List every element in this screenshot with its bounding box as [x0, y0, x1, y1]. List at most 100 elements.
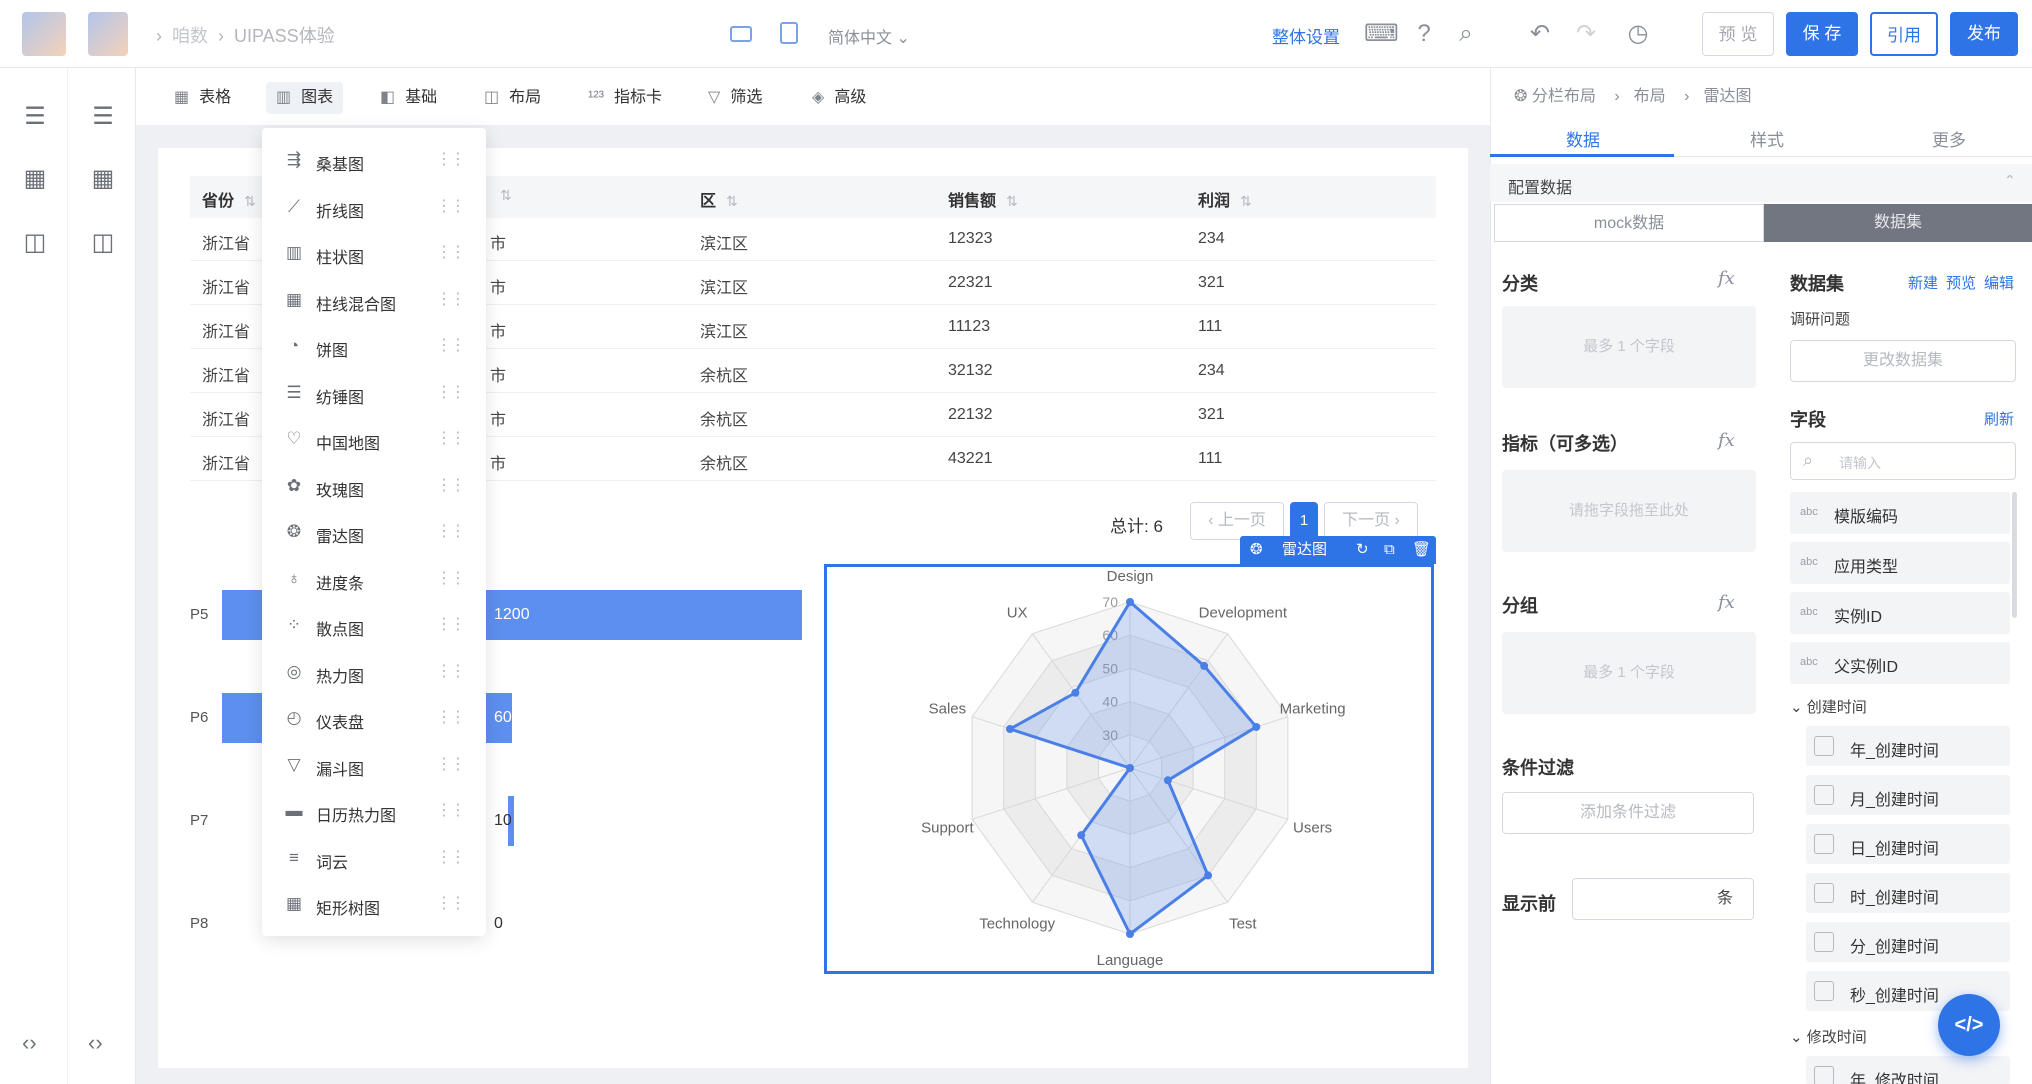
dataset-toggle[interactable]: 数据集 [1764, 204, 2032, 242]
field-group-created[interactable]: ⌄ 创建时间 [1790, 696, 1867, 717]
components-icon[interactable]: ▦ [90, 166, 116, 192]
next-page-button[interactable]: 下一页 › [1324, 502, 1418, 540]
menu-item-chart-type[interactable]: ☰ 纺锤图 ⋮⋮ [262, 371, 486, 417]
menu-item-chart-type[interactable]: ▦ 柱线混合图 ⋮⋮ [262, 278, 486, 324]
search-icon[interactable]: ⌕ [1452, 20, 1480, 48]
metric-dropzone[interactable]: 请拖字段拖至此处 [1502, 470, 1756, 552]
drag-handle-icon[interactable]: ⋮⋮ [436, 149, 466, 171]
breadcrumb-item[interactable]: UIPASS体验 [234, 26, 335, 46]
global-settings-link[interactable]: 整体设置 [1272, 23, 1340, 48]
change-dataset-button[interactable]: 更改数据集 [1790, 340, 2016, 382]
date-field-item[interactable]: 时_创建时间 [1806, 873, 2010, 913]
drag-handle-icon[interactable]: ⋮⋮ [436, 568, 466, 590]
field-item[interactable]: abc 模版编码 [1790, 492, 2010, 534]
tab-basic[interactable]: ◧ 基础 [370, 82, 447, 114]
copy-icon[interactable]: ⧉ [1384, 536, 1395, 564]
current-page[interactable]: 1 [1290, 502, 1318, 540]
date-field-item[interactable]: 年_修改时间 [1806, 1056, 2010, 1084]
edit-dataset-link[interactable]: 编辑 [1984, 272, 2014, 293]
tab-more[interactable]: 更多 [1932, 126, 1966, 151]
menu-item-chart-type[interactable]: ⁘ 散点图 ⋮⋮ [262, 603, 486, 649]
tab-data[interactable]: 数据 [1566, 126, 1600, 151]
drag-handle-icon[interactable]: ⋮⋮ [436, 614, 466, 636]
menu-item-chart-type[interactable]: ♡ 中国地图 ⋮⋮ [262, 417, 486, 463]
menu-item-chart-type[interactable]: ♁ 进度条 ⋮⋮ [262, 557, 486, 603]
undo-icon[interactable]: ↶ [1526, 20, 1554, 48]
refresh-icon[interactable]: ↻ [1356, 536, 1369, 564]
menu-item-chart-type[interactable]: ⇶ 桑基图 ⋮⋮ [262, 138, 486, 184]
desktop-view-icon[interactable] [730, 26, 752, 42]
history-icon[interactable]: ◷ [1624, 20, 1652, 48]
menu-item-chart-type[interactable]: ❂ 雷达图 ⋮⋮ [262, 510, 486, 556]
field-item[interactable]: abc 应用类型 [1790, 542, 2010, 584]
menu-item-chart-type[interactable]: ▬ 日历热力图 ⋮⋮ [262, 789, 486, 835]
menu-item-chart-type[interactable]: ≡ 词云 ⋮⋮ [262, 836, 486, 882]
preview-dataset-link[interactable]: 预览 [1946, 272, 1976, 293]
column-header[interactable]: ⇅ [490, 187, 512, 205]
field-item[interactable]: abc 父实例ID [1790, 642, 2010, 684]
drag-handle-icon[interactable]: ⋮⋮ [436, 847, 466, 869]
drag-handle-icon[interactable]: ⋮⋮ [436, 800, 466, 822]
code-icon[interactable]: ‹› [88, 1030, 103, 1056]
menu-item-chart-type[interactable]: ▽ 漏斗图 ⋮⋮ [262, 743, 486, 789]
menu-item-chart-type[interactable]: ◴ 仪表盘 ⋮⋮ [262, 696, 486, 742]
formula-icon[interactable]: fx [1718, 430, 1735, 451]
drag-handle-icon[interactable]: ⋮⋮ [436, 242, 466, 264]
column-header[interactable]: 利润 ⇅ [1198, 187, 1252, 211]
layout-icon[interactable]: ◫ [90, 230, 116, 256]
drag-handle-icon[interactable]: ⋮⋮ [436, 893, 466, 915]
code-assistant-button[interactable]: </> [1938, 994, 2000, 1056]
publish-button[interactable]: 发布 [1950, 12, 2018, 56]
delete-icon[interactable]: 🗑 [1412, 536, 1431, 564]
menu-item-chart-type[interactable]: ⟋ 折线图 ⋮⋮ [262, 185, 486, 231]
show-top-input[interactable]: 条 [1572, 878, 1754, 920]
tab-table[interactable]: ▦ 表格 [164, 82, 241, 114]
tab-layout[interactable]: ◫ 布局 [474, 82, 551, 114]
drag-handle-icon[interactable]: ⋮⋮ [436, 382, 466, 404]
column-header[interactable]: 区 ⇅ [700, 187, 738, 211]
menu-item-chart-type[interactable]: ◔ 饼图 ⋮⋮ [262, 324, 486, 370]
outline-icon[interactable]: ☰ [90, 104, 116, 130]
field-item[interactable]: abc 实例ID [1790, 592, 2010, 634]
preview-button[interactable]: 预 览 [1702, 12, 1774, 56]
mobile-view-icon[interactable] [780, 22, 798, 44]
drag-handle-icon[interactable]: ⋮⋮ [436, 428, 466, 450]
menu-item-chart-type[interactable]: ◎ 热力图 ⋮⋮ [262, 650, 486, 696]
date-field-item[interactable]: 分_创建时间 [1806, 922, 2010, 962]
breadcrumb-item[interactable]: 咱数 [172, 26, 208, 46]
menu-item-chart-type[interactable]: ▥ 柱状图 ⋮⋮ [262, 231, 486, 277]
column-header[interactable]: 省份 ⇅ [202, 187, 256, 211]
tab-kpi-card[interactable]: ¹²³ 指标卡 [578, 82, 672, 114]
drag-handle-icon[interactable]: ⋮⋮ [436, 335, 466, 357]
drag-handle-icon[interactable]: ⋮⋮ [436, 289, 466, 311]
outline-icon[interactable]: ☰ [22, 104, 48, 130]
chevron-up-icon[interactable]: ⌃ [2004, 172, 2016, 189]
new-dataset-link[interactable]: 新建 [1908, 272, 1938, 293]
drag-handle-icon[interactable]: ⋮⋮ [436, 196, 466, 218]
tab-filter[interactable]: ▽ 筛选 [698, 82, 772, 114]
help-icon[interactable]: ? [1410, 20, 1438, 48]
save-button[interactable]: 保 存 [1786, 12, 1858, 56]
redo-icon[interactable]: ↷ [1572, 20, 1600, 48]
keyboard-icon[interactable]: ⌨ [1364, 20, 1399, 48]
drag-handle-icon[interactable]: ⋮⋮ [436, 475, 466, 497]
date-field-item[interactable]: 月_创建时间 [1806, 775, 2010, 815]
menu-item-chart-type[interactable]: ✿ 玫瑰图 ⋮⋮ [262, 464, 486, 510]
date-field-item[interactable]: 年_创建时间 [1806, 726, 2010, 766]
mock-data-toggle[interactable]: mock数据 [1494, 204, 1764, 242]
tab-advanced[interactable]: ◈ 高级 [802, 82, 876, 114]
quote-button[interactable]: 引用 [1870, 12, 1938, 56]
formula-icon[interactable]: fx [1718, 592, 1735, 613]
menu-item-chart-type[interactable]: ▦ 矩形树图 ⋮⋮ [262, 882, 486, 928]
group-dropzone[interactable]: 最多 1 个字段 [1502, 632, 1756, 714]
drag-handle-icon[interactable]: ⋮⋮ [436, 521, 466, 543]
components-icon[interactable]: ▦ [22, 166, 48, 192]
drag-handle-icon[interactable]: ⋮⋮ [436, 707, 466, 729]
drag-handle-icon[interactable]: ⋮⋮ [436, 661, 466, 683]
drag-handle-icon[interactable]: ⋮⋮ [436, 754, 466, 776]
language-select[interactable]: 简体中文 ⌄ [828, 24, 910, 48]
date-field-item[interactable]: 日_创建时间 [1806, 824, 2010, 864]
field-group-modified[interactable]: ⌄ 修改时间 [1790, 1026, 1867, 1047]
field-search[interactable]: ⌕ 请输入 [1790, 442, 2016, 480]
tab-style[interactable]: 样式 [1750, 126, 1784, 151]
